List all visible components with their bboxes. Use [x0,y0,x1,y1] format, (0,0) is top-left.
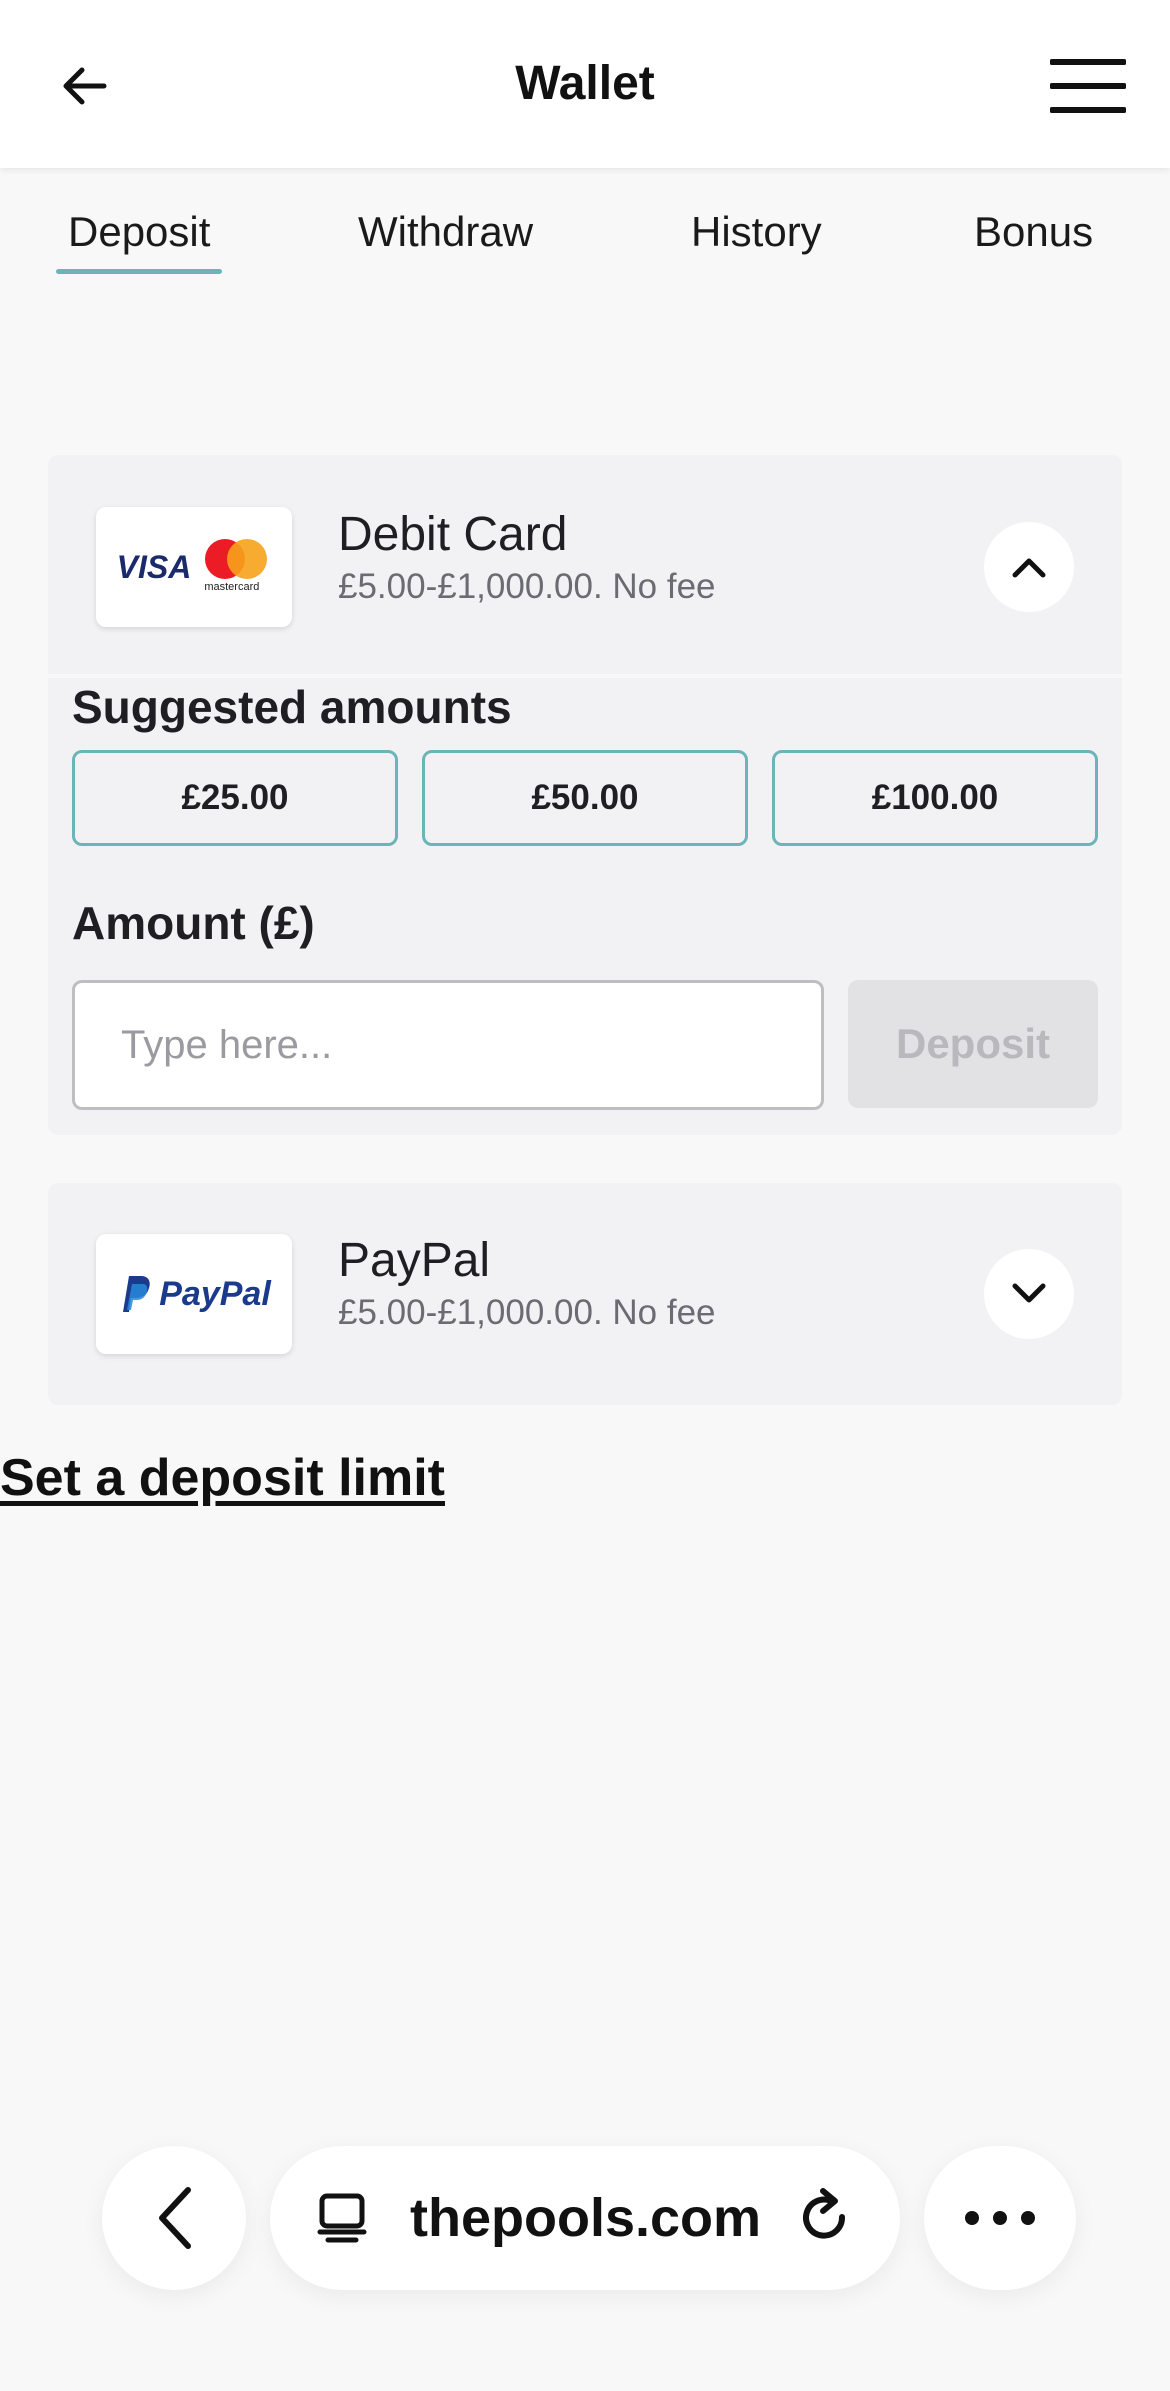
chevron-left-icon[interactable] [102,2146,246,2290]
visa-logo: VISA [116,548,192,585]
suggested-amount-25[interactable]: £25.00 [72,750,398,846]
tab-deposit[interactable]: Deposit [55,208,223,274]
hamburger-menu-icon[interactable] [1044,48,1132,124]
url-text: thepools.com [410,2188,762,2248]
card-divider [48,674,1122,678]
tab-bonus[interactable]: Bonus [974,208,1093,256]
reload-icon[interactable] [797,2187,855,2249]
top-header: Wallet [0,0,1170,168]
url-bar[interactable]: thepools.com [270,2146,900,2290]
suggested-amounts-label: Suggested amounts [72,681,512,733]
deposit-button[interactable]: Deposit [848,980,1098,1108]
suggested-amount-100[interactable]: £100.00 [772,750,1098,846]
tab-withdraw[interactable]: Withdraw [358,208,533,256]
set-deposit-limit-link[interactable]: Set a deposit limit [0,1448,445,1508]
mastercard-logo: mastercard [201,537,271,597]
suggested-amount-50[interactable]: £50.00 [422,750,748,846]
wallet-tabs: Deposit Withdraw History Bonus [0,168,1170,278]
amount-label: Amount (£) [72,897,315,949]
amount-input[interactable] [72,980,824,1110]
more-dots-icon[interactable] [924,2146,1076,2290]
paypal-logo: PayPal [96,1234,292,1354]
tabs-icon[interactable] [314,2190,370,2246]
chevron-up-icon[interactable] [984,522,1074,612]
method-name: PayPal [338,1234,491,1287]
paypal-p-icon [123,1276,150,1312]
paypal-method[interactable]: PayPal PayPal £5.00-£1,000.00. No fee [48,1183,1122,1405]
visa-mastercard-logo: VISA mastercard [96,507,292,627]
method-subtitle: £5.00-£1,000.00. No fee [338,1293,716,1332]
page-title: Wallet [515,57,655,110]
method-name: Debit Card [338,508,568,561]
method-subtitle: £5.00-£1,000.00. No fee [338,567,716,606]
tab-history[interactable]: History [691,208,822,256]
chevron-down-icon[interactable] [984,1249,1074,1339]
browser-toolbar: thepools.com [0,2096,1170,2391]
